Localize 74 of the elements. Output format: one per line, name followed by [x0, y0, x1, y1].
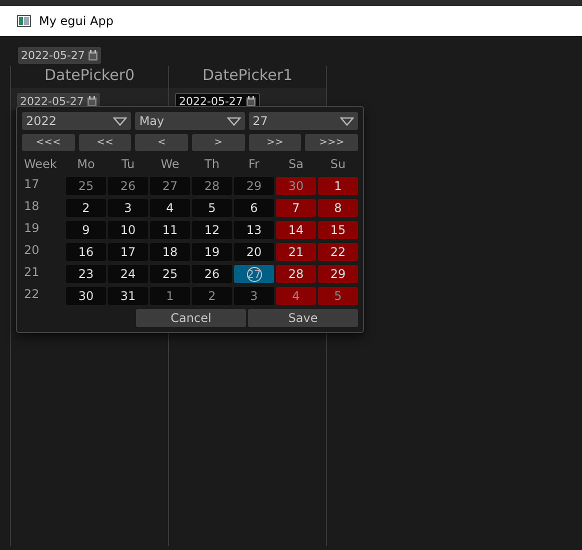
day-cell[interactable]: 30: [66, 287, 106, 305]
action-button[interactable]: Save: [248, 309, 358, 327]
day-cell[interactable]: 18: [150, 243, 190, 261]
day-cell[interactable]: 1: [150, 287, 190, 305]
day-cell[interactable]: 22: [318, 243, 358, 261]
day-cell[interactable]: 5: [192, 199, 232, 217]
week-number: 19: [23, 221, 40, 237]
day-cell[interactable]: 11: [150, 221, 190, 239]
day-cell[interactable]: 29: [234, 177, 274, 195]
day-cell[interactable]: 4: [150, 199, 190, 217]
day-cell[interactable]: 2: [192, 287, 232, 305]
day-cell[interactable]: 26: [108, 177, 148, 195]
day-cell[interactable]: 3: [234, 287, 274, 305]
day-cell[interactable]: 23: [66, 265, 106, 283]
day-cell[interactable]: 2: [66, 199, 106, 217]
nav-button[interactable]: <<<: [22, 134, 75, 151]
dropdown-arrow-icon: [226, 116, 241, 126]
nav-button[interactable]: <: [135, 134, 188, 151]
weekday-header: Tu: [120, 156, 136, 173]
day-cell[interactable]: 25: [150, 265, 190, 283]
calendar-icon: [88, 50, 98, 61]
weekday-header: Week: [23, 156, 58, 173]
day-cell[interactable]: 28: [276, 265, 316, 283]
day-cell[interactable]: 20: [234, 243, 274, 261]
day-cell[interactable]: 21: [276, 243, 316, 261]
column-header: DatePicker0: [43, 66, 136, 86]
dropdown[interactable]: 2022: [22, 112, 132, 130]
day-cell[interactable]: 31: [108, 287, 148, 305]
weekday-header: We: [160, 156, 180, 173]
nav-button[interactable]: <<: [78, 134, 132, 151]
nav-button[interactable]: >>: [248, 134, 302, 151]
day-cell[interactable]: 1: [318, 177, 358, 195]
day-cell[interactable]: 25: [66, 177, 106, 195]
day-cell[interactable]: 3: [108, 199, 148, 217]
weekday-header: Sa: [288, 156, 304, 173]
day-cell[interactable]: 27: [150, 177, 190, 195]
day-cell[interactable]: 24: [108, 265, 148, 283]
week-number: 21: [23, 265, 40, 281]
dropdown[interactable]: May: [135, 112, 245, 130]
dropdown-arrow-icon: [340, 116, 354, 126]
week-number: 18: [23, 199, 40, 215]
week-number: 17: [23, 177, 40, 193]
day-cell[interactable]: 19: [192, 243, 232, 261]
weekday-header: Fr: [248, 156, 260, 173]
day-cell[interactable]: 14: [276, 221, 316, 239]
column-header: DatePicker1: [201, 66, 294, 86]
weekday-header: Su: [329, 156, 347, 173]
weekday-header: Mo: [76, 156, 96, 173]
week-number: 20: [23, 243, 40, 259]
day-cell[interactable]: 7: [276, 199, 316, 217]
date-picker-button[interactable]: 2022-05-27: [18, 47, 101, 64]
dropdown[interactable]: 27: [248, 112, 358, 130]
nav-button[interactable]: >: [192, 134, 245, 151]
calendar-icon: [86, 96, 97, 107]
day-cell[interactable]: 16: [66, 243, 106, 261]
nav-button[interactable]: >>>: [305, 134, 358, 151]
day-cell[interactable]: 13: [234, 221, 274, 239]
day-cell[interactable]: 9: [66, 221, 106, 239]
day-cell[interactable]: 29: [318, 265, 358, 283]
day-cell[interactable]: 17: [108, 243, 148, 261]
day-cell[interactable]: 15: [318, 221, 358, 239]
weekday-header: Th: [204, 156, 220, 173]
app-icon: [17, 15, 31, 27]
day-cell[interactable]: 10: [108, 221, 148, 239]
action-button[interactable]: Cancel: [136, 309, 246, 327]
week-number: 22: [23, 287, 40, 303]
day-cell[interactable]: 6: [234, 199, 274, 217]
dropdown-arrow-icon: [113, 116, 128, 126]
day-cell[interactable]: 12: [192, 221, 232, 239]
day-cell[interactable]: 26: [192, 265, 232, 283]
day-cell[interactable]: 8: [318, 199, 358, 217]
calendar-icon: [246, 96, 256, 107]
day-cell[interactable]: 28: [192, 177, 232, 195]
window-title: My egui App: [39, 14, 114, 28]
